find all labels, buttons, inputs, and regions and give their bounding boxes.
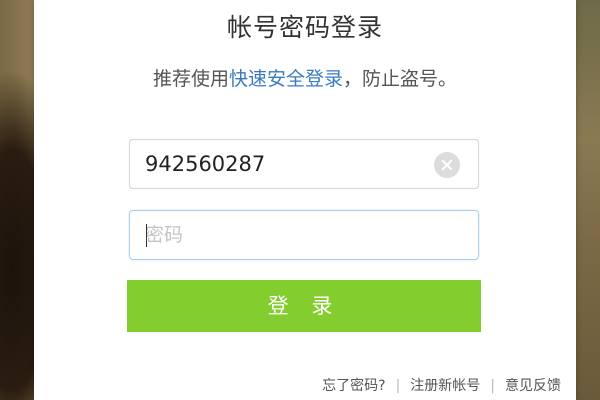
account-input[interactable]	[145, 140, 435, 188]
register-link[interactable]: 注册新帐号	[410, 378, 480, 394]
login-panel: 帐号密码登录 推荐使用快速安全登录，防止盗号。 登 录 忘了密码? | 注册新帐号 |…	[34, 0, 576, 400]
page-title: 帐号密码登录	[226, 13, 383, 42]
forgot-password-link[interactable]: 忘了密码?	[322, 378, 385, 394]
footer-separator: |	[490, 378, 495, 394]
footer-separator: |	[395, 378, 401, 394]
feedback-link[interactable]: 意见反馈	[505, 378, 561, 394]
background-photo-right	[572, 0, 600, 400]
footer-links: 忘了密码? | 注册新帐号 | 意见反馈	[322, 375, 561, 395]
clear-icon[interactable]	[434, 152, 460, 178]
login-subtitle: 推荐使用快速安全登录，防止盗号。	[34, 64, 576, 91]
subtitle-text-before: 推荐使用	[152, 68, 229, 90]
password-input[interactable]	[145, 211, 435, 259]
account-field[interactable]	[129, 139, 479, 189]
text-caret	[146, 224, 147, 247]
quick-login-link[interactable]: 快速安全登录	[229, 68, 343, 90]
subtitle-text-after: ，防止盗号。	[343, 68, 458, 90]
login-button[interactable]: 登 录	[127, 280, 481, 332]
password-field[interactable]	[129, 210, 479, 260]
